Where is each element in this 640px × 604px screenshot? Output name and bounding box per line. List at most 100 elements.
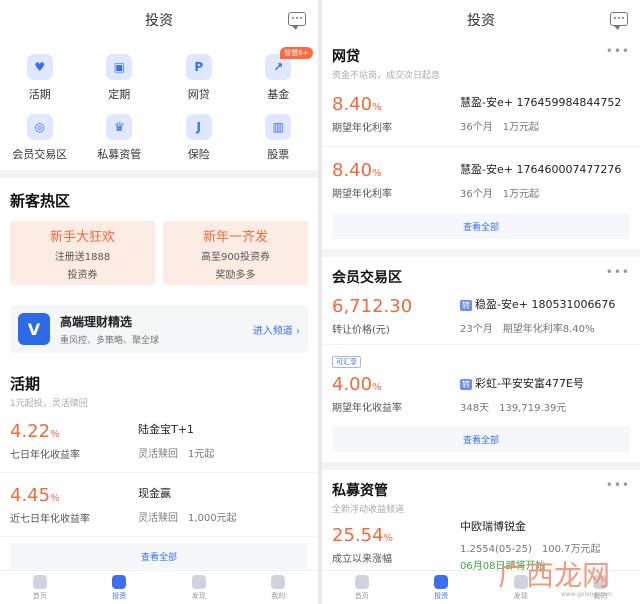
grid-item-fixed[interactable]: ▣ 定期 (80, 54, 160, 102)
grid-item-private[interactable]: ♛ 私募资管 (80, 114, 160, 162)
rate-block: 8.40% 期望年化利率 (332, 160, 460, 200)
detail: 1万元起 (502, 122, 540, 133)
rate-number: 8.40 (332, 93, 373, 115)
rate-number: 4.45 (10, 484, 51, 506)
category-grid: ♥ 活期 ▣ 定期 P 网贷 智慧6+ ↗ 基金 ◎ 会员交易区 ♛ 私募资管 … (0, 40, 318, 170)
tab-label: 首页 (32, 591, 47, 600)
grid-label: 股票 (267, 148, 290, 161)
detail: 灵活赎回 (138, 513, 178, 524)
view-all-button[interactable]: 查看全部 (10, 543, 308, 569)
grid-label: 活期 (28, 88, 51, 101)
rate-block: 4.22% 七日年化收益率 (10, 421, 138, 461)
tab-label: 首页 (354, 591, 369, 600)
tab-discover[interactable]: 发现 (159, 571, 239, 604)
bottom-tab-bar: 首页 投资 发现 我的 (0, 570, 318, 604)
rate-number: 8.40 (332, 160, 373, 181)
enter-channel-link[interactable]: 进入频道 › (253, 322, 300, 337)
tab-home[interactable]: 首页 (322, 571, 402, 604)
section-subtitle: 资金不站岗，成交次日起息 (332, 71, 441, 81)
rate-label: 期望年化利率 (332, 122, 392, 134)
tab-invest[interactable]: 投资 (80, 571, 160, 604)
detail: 36个月 (460, 188, 493, 200)
view-all-button[interactable]: 查看全部 (332, 426, 630, 452)
product-row[interactable]: 4.22% 七日年化收益率 陆金宝T+1 灵活赎回 1元起 (0, 409, 318, 473)
rate-block: 4.45% 近七日年化收益率 (10, 485, 138, 525)
current-section: 活期 1元起投，灵活赎回 4.22% 七日年化收益率 陆金宝T+1 灵活赎回 1元… (0, 353, 318, 569)
rate-unit: % (372, 382, 382, 393)
message-icon[interactable] (288, 12, 306, 30)
grid-item-stocks[interactable]: ▥ 股票 (239, 114, 319, 162)
rate-label: 七日年化收益率 (10, 449, 80, 461)
grid-item-current[interactable]: ♥ 活期 (0, 54, 80, 102)
product-details: 1.2554(05-25) 100.7万元起 (460, 540, 630, 555)
rate-value: 4.22% (10, 421, 138, 442)
section-title: 私募资管 (332, 483, 388, 499)
tab-home[interactable]: 首页 (0, 571, 80, 604)
huixiang-badge: 可汇享 (332, 356, 361, 368)
shield-p-icon: P (185, 54, 212, 80)
product-details: 348天 139,719.39元 (460, 399, 630, 414)
section-title: 新客热区 (10, 192, 71, 210)
product-row[interactable]: 4.45% 近七日年化收益率 现金赢 灵活赎回 1,000元起 (0, 473, 318, 537)
message-icon[interactable] (610, 12, 628, 30)
piggy-bank-icon: ♥ (26, 54, 53, 80)
promo-title: 新手大狂欢 (49, 229, 115, 245)
promo-card[interactable]: 新手大狂欢 注册送1888 投资券 (10, 221, 155, 285)
section-head: 私募资管 ••• 全新浮动收益频道 (322, 470, 640, 515)
transfer-tag: 转 (460, 378, 472, 390)
promo-title: 新年一齐发 (202, 229, 268, 245)
money-bag-icon (434, 574, 449, 589)
product-info: 陆金宝T+1 灵活赎回 1元起 (138, 421, 308, 460)
more-icon[interactable]: ••• (606, 478, 630, 492)
rate-number: 4.00 (332, 374, 373, 395)
screenshot: 投资 ♥ 活期 ▣ 定期 P 网贷 智慧6+ ↗ 基金 ◎ 会员交易区 ♛ 私募… (0, 0, 640, 604)
product-details: 36个月 1万元起 (460, 118, 630, 133)
more-icon[interactable]: ••• (606, 265, 630, 279)
link-label: 进入频道 (252, 325, 293, 337)
product-details: 灵活赎回 1,000元起 (138, 509, 308, 524)
product-name: 转稳盈-安e+ 180531006676 (460, 296, 630, 312)
user-icon (271, 574, 286, 589)
fund-badge: 智慧6+ (280, 47, 313, 59)
rate-block: 8.40% 期望年化利率 (332, 94, 460, 134)
product-name: 慧盈-安e+ 176460007477276 (460, 162, 622, 176)
tab-label: 发现 (191, 591, 206, 600)
product-name: 中欧瑞博锐金 (460, 520, 526, 533)
more-icon[interactable]: ••• (606, 44, 630, 58)
tab-mine[interactable]: 我的 (239, 571, 319, 604)
view-all-button[interactable]: 查看全部 (332, 213, 630, 239)
rate-unit: % (372, 101, 382, 113)
section-title: 会员交易区 (332, 270, 402, 286)
rate-unit: % (383, 533, 394, 544)
detail: 灵活赎回 (138, 449, 178, 460)
grid-item-p2p[interactable]: P 网贷 (159, 54, 239, 102)
section-title: 网贷 (332, 49, 360, 65)
lock-icon: ▣ (106, 54, 133, 80)
product-row[interactable]: 8.40% 期望年化利率 慧盈-安e+ 176460007477276 36个月… (322, 147, 640, 213)
product-row[interactable]: 8.40% 期望年化利率 慧盈-安e+ 176459984844752 36个月… (322, 81, 640, 147)
product-info: 现金赢 灵活赎回 1,000元起 (138, 485, 308, 524)
product-details: 23个月 期望年化利率8.40% (460, 320, 630, 335)
grid-item-insurance[interactable]: J 保险 (159, 114, 239, 162)
product-name: 转彩虹-平安安富477E号 (460, 375, 630, 391)
product-info: 慧盈-安e+ 176460007477276 36个月 1万元起 (460, 161, 630, 200)
rate-label: 成立以来涨幅 (332, 554, 392, 565)
product-row[interactable]: 6,712.30 转让价格(元) 转稳盈-安e+ 180531006676 23… (322, 287, 640, 345)
premium-banner[interactable]: V 高端理财精选 重风控、多策略、聚全球 进入频道 › (10, 305, 308, 353)
product-row[interactable]: 4.00% 期望年化收益率 转彩虹-平安安富477E号 348天 139,719.… (322, 368, 640, 420)
umbrella-icon: J (185, 114, 212, 140)
tab-invest[interactable]: 投资 (402, 571, 482, 604)
grid-item-member-trade[interactable]: ◎ 会员交易区 (0, 114, 80, 162)
detail: 23个月 (460, 324, 493, 335)
banner-text: 高端理财精选 重风控、多策略、聚全球 (60, 313, 253, 346)
header: 投资 (322, 0, 640, 40)
detail: 36个月 (460, 122, 493, 133)
rate-label: 期望年化利率 (332, 189, 392, 200)
grid-label: 会员交易区 (12, 148, 68, 161)
grid-item-fund[interactable]: 智慧6+ ↗ 基金 (239, 47, 319, 102)
newcomer-section: 新客热区 新手大狂欢 注册送1888 投资券 新年一齐发 高至900投资券 奖励… (0, 178, 318, 285)
grid-label: 基金 (267, 88, 290, 101)
tab-label: 投资 (112, 591, 127, 600)
promo-card[interactable]: 新年一齐发 高至900投资券 奖励多多 (163, 221, 308, 285)
header: 投资 (0, 0, 318, 40)
